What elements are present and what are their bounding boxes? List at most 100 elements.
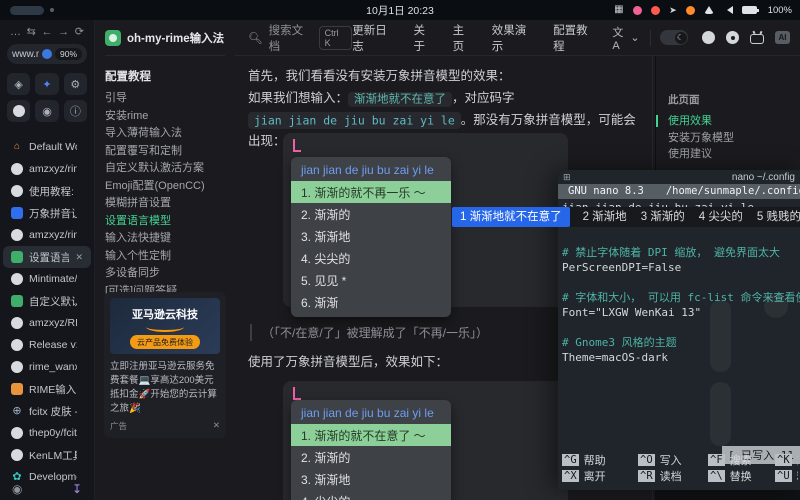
- terminal-title: nano ~/.config: [732, 172, 795, 183]
- header-divider: [650, 30, 651, 46]
- toc-link[interactable]: 使用效果: [668, 113, 800, 130]
- docs-menu-item[interactable]: 输入法快捷键: [105, 230, 235, 248]
- ime-candidate[interactable]: 5 贱贱的: [757, 207, 800, 227]
- tab-favicon: [11, 251, 23, 263]
- header-nav-link[interactable]: 关于: [414, 22, 436, 54]
- ad-image[interactable]: 亚马逊云科技 云产品免费体验: [110, 298, 220, 354]
- browser-tab[interactable]: fcitx 皮肤 - Goog…: [3, 400, 91, 422]
- ai-assistant-icon[interactable]: AI: [775, 31, 790, 44]
- new-tab-icon[interactable]: ⊞: [563, 173, 571, 182]
- input-method-icon[interactable]: ▦: [614, 5, 624, 15]
- ime-candidate[interactable]: 4 尖尖的: [699, 207, 743, 227]
- download-icon[interactable]: ↧: [72, 482, 82, 496]
- docs-menu-item[interactable]: 配置覆写和定制: [105, 143, 235, 161]
- ad-smile-arrow: [146, 322, 184, 332]
- info-button[interactable]: ⓘ: [64, 100, 87, 122]
- docs-menu-item[interactable]: 输入个性定制: [105, 248, 235, 266]
- nano-shortcut: ^\ 替换: [708, 468, 775, 484]
- shortcut-key: ^G: [562, 454, 579, 466]
- forward-icon[interactable]: →: [58, 26, 69, 38]
- tab-label: 设置语言模型: [29, 250, 69, 265]
- browser-menu-icon[interactable]: …: [10, 26, 21, 38]
- nano-shortcut: ^O 写入: [638, 452, 708, 468]
- settings-button[interactable]: ⚙: [64, 73, 87, 95]
- firefox-icon[interactable]: [686, 6, 695, 15]
- header-nav-link[interactable]: 更新日志: [352, 22, 396, 54]
- browser-tab[interactable]: thep0y/fcitx5-th…: [3, 422, 91, 444]
- browser-tab[interactable]: 自定义默认激活方…: [3, 290, 91, 312]
- search-label: 搜索文档: [269, 22, 313, 54]
- browser-tab[interactable]: Release v13.0.3: [3, 334, 91, 356]
- zoom-level-badge[interactable]: 90%: [55, 48, 82, 60]
- search-icon: 🔍︎: [248, 31, 263, 45]
- search-box[interactable]: 🔍︎ 搜索文档 Ctrl K: [248, 22, 352, 54]
- sidebar-toggle-icon[interactable]: ⇆: [27, 25, 36, 38]
- browser-tab[interactable]: Mintimate/oh-my…: [3, 268, 91, 290]
- sidebar-section-title[interactable]: 配置教程: [105, 68, 235, 84]
- ghost-pill: [710, 300, 731, 372]
- browser-tab[interactable]: amzxyz/RIME-LM: [3, 312, 91, 334]
- wifi-icon[interactable]: [704, 6, 714, 14]
- docs-menu-item[interactable]: Emoji配置(OpenCC): [105, 178, 235, 196]
- tab-favicon: [11, 185, 23, 197]
- reload-icon[interactable]: ⟳: [75, 25, 84, 38]
- shield-icon[interactable]: [42, 49, 52, 59]
- site-title: oh-my-rime输入法: [127, 30, 224, 46]
- ad-cta-button[interactable]: 云产品免费体验: [130, 335, 200, 349]
- tab-close-icon[interactable]: ✕: [75, 252, 83, 263]
- browser-tab[interactable]: amzxyz/rime_wa…: [3, 158, 91, 180]
- ime-candidate: 4. 尖尖的: [291, 490, 451, 500]
- browser-tab[interactable]: 万象拼音让RIME…: [3, 202, 91, 224]
- spark-button[interactable]: ✦: [35, 73, 58, 95]
- terminal-titlebar[interactable]: ⊞ nano ~/.config: [558, 170, 800, 184]
- url-bar[interactable]: www.mi 90%: [7, 44, 87, 64]
- ime-candidate: 6. 渐渐: [291, 291, 451, 313]
- ime-candidate: 3. 渐渐地: [291, 468, 451, 490]
- tray-app-icon-pink[interactable]: [633, 6, 642, 15]
- ime-candidate[interactable]: 2 渐渐地: [583, 207, 627, 227]
- browser-tab[interactable]: KenLM工具 - - d…: [3, 444, 91, 466]
- private-mode-icon[interactable]: ◉: [12, 482, 22, 496]
- header-nav-link[interactable]: 主页: [453, 22, 475, 54]
- browser-tab[interactable]: 设置语言模型 ✕: [3, 246, 91, 268]
- docs-menu-item[interactable]: 模糊拼音设置: [105, 195, 235, 213]
- browser-tab[interactable]: Default Worksp…: [3, 136, 91, 158]
- toc-link[interactable]: 使用建议: [668, 146, 800, 163]
- language-switcher[interactable]: 文A⌄: [612, 24, 639, 52]
- ad-text[interactable]: 立即注册亚马逊云服务免费套餐💻享高达200美元抵扣金🚀开始您的云计算之旅🎉: [110, 360, 220, 416]
- gitee-icon[interactable]: [726, 31, 739, 44]
- header-nav-link[interactable]: 配置教程: [553, 22, 597, 54]
- volume-icon[interactable]: [723, 6, 733, 14]
- toc-link[interactable]: 安装万象模型: [668, 130, 800, 147]
- site-title-row[interactable]: oh-my-rime输入法: [105, 30, 225, 56]
- docs-menu-item[interactable]: 多设备同步: [105, 265, 235, 283]
- docs-menu-item[interactable]: 设置语言模型: [105, 213, 235, 231]
- docs-menu-item[interactable]: 安装rime: [105, 108, 235, 126]
- ghost-circle: [764, 294, 788, 318]
- play-button[interactable]: ◉: [35, 100, 58, 122]
- ad-close-icon[interactable]: ✕: [213, 420, 220, 432]
- browser-tab[interactable]: rime_wanxiang/…: [3, 356, 91, 378]
- tray-app-icon-red[interactable]: [651, 6, 660, 15]
- bilibili-icon[interactable]: [750, 34, 764, 44]
- nano-shortcut: ^X 离开: [562, 468, 638, 484]
- shortcut-label: 剪切: [797, 452, 798, 468]
- ime-candidate[interactable]: 3 渐渐的: [641, 207, 685, 227]
- docs-menu-item[interactable]: 引导: [105, 90, 235, 108]
- docs-menu-item[interactable]: 自定义默认激活方案: [105, 160, 235, 178]
- browser-tab[interactable]: RIME输入法方案: [3, 378, 91, 400]
- docs-menu-item[interactable]: 导入薄荷输入法: [105, 125, 235, 143]
- telegram-icon[interactable]: ➤: [669, 6, 677, 15]
- browser-tab[interactable]: amzxyz/rime_wa…: [3, 224, 91, 246]
- browser-tab[interactable]: 使用教程: Rime: [3, 180, 91, 202]
- browser-sidebar: … ⇆ ← → ⟳ www.mi 90% ◈ ✦ ⚙ ◉ ⓘ Default W…: [0, 20, 95, 500]
- github-icon[interactable]: [702, 31, 715, 44]
- ad-card[interactable]: 亚马逊云科技 云产品免费体验 立即注册亚马逊云服务免费套餐💻享高达200美元抵扣…: [104, 292, 226, 438]
- header-nav-link[interactable]: 效果演示: [492, 22, 536, 54]
- dark-mode-toggle[interactable]: ☾: [660, 30, 688, 45]
- github-quick-button[interactable]: [7, 100, 30, 122]
- nano-shortcut: ^R 读档: [638, 468, 708, 484]
- ime-selected-candidate[interactable]: 1 渐渐地就不在意了: [452, 207, 570, 227]
- back-icon[interactable]: ←: [42, 26, 53, 38]
- extension-button[interactable]: ◈: [7, 73, 30, 95]
